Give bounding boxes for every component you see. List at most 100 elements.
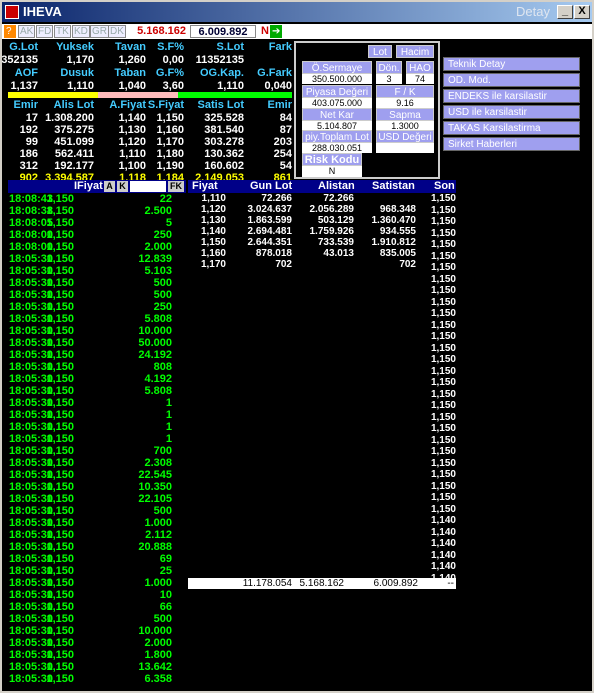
trade-row[interactable]: 18:05:30 1,150 2.000 <box>8 637 186 649</box>
tab-tk[interactable]: TK <box>54 25 71 38</box>
trade-row[interactable]: 18:08:00 1,150 250 <box>8 229 186 241</box>
trade-row[interactable]: 18:05:30 1,150 20.888 <box>8 541 186 553</box>
trade-row[interactable]: 18:05:30 1,150 700 <box>8 445 186 457</box>
last-price-cell: 1,150 <box>430 457 456 469</box>
arrow-right-icon[interactable]: ➔ <box>270 25 282 38</box>
link-technical-detail[interactable]: Teknik Detay <box>443 57 580 71</box>
help-icon[interactable]: ? <box>4 25 16 38</box>
pe-value: 9.16 <box>376 98 434 108</box>
trade-row[interactable]: 18:05:30 1,150 500 <box>8 613 186 625</box>
close-button[interactable]: X <box>574 5 590 19</box>
trade-row[interactable]: 18:05:30 1,150 5.103 <box>8 265 186 277</box>
trade-cell: 2.000 <box>144 241 172 253</box>
trade-row[interactable]: 18:05:30 1,150 1 <box>8 421 186 433</box>
tab-gr[interactable]: GR <box>90 25 109 38</box>
trade-row[interactable]: 18:08:38 1,150 2.500 <box>8 205 186 217</box>
trade-cell: 1,150 <box>46 349 74 361</box>
lot-button[interactable]: Lot <box>368 45 392 58</box>
trade-row[interactable]: 18:05:30 1,150 10.000 <box>8 325 186 337</box>
trade-row[interactable]: 18:05:30 1,150 500 <box>8 505 186 517</box>
trade-row[interactable]: 18:05:30 1,150 5.808 <box>8 385 186 397</box>
trade-row[interactable]: 18:05:30 1,150 50.000 <box>8 337 186 349</box>
trade-row[interactable]: 18:05:30 1,150 1 <box>8 397 186 409</box>
link-company-news[interactable]: Sirket Haberleri <box>443 137 580 151</box>
trade-row[interactable]: 18:05:30 1,150 4.192 <box>8 373 186 385</box>
trade-row[interactable]: 18:05:30 1,150 500 <box>8 289 186 301</box>
title-bar[interactable]: IHEVA Detay _ X <box>2 2 592 22</box>
total-last: -- <box>447 578 454 589</box>
trade-cell: 1,150 <box>46 481 74 493</box>
depth-daylot-header[interactable]: Gun Lot <box>250 180 292 192</box>
trade-cell: 1,150 <box>46 205 74 217</box>
trade-row[interactable]: 18:05:30 1,150 10.000 <box>8 625 186 637</box>
trade-row[interactable]: 18:08:05 1,150 5 <box>8 217 186 229</box>
trade-row[interactable]: 18:05:30 1,150 500 <box>8 277 186 289</box>
depth-row[interactable]: 1,150 2.644.351 733.539 1.910.812 <box>188 237 456 248</box>
tab-fd[interactable]: FD <box>36 25 54 38</box>
trade-row[interactable]: 18:05:30 1,150 10 <box>8 589 186 601</box>
trade-row[interactable]: 18:05:30 1,150 22.545 <box>8 469 186 481</box>
risk-code-label: Risk Kodu <box>302 153 362 166</box>
summary-header-1-cell: Yuksek <box>56 41 94 53</box>
depth-seller-header[interactable]: Satistan <box>372 180 415 192</box>
trade-row[interactable]: 18:05:30 1,150 10.350 <box>8 481 186 493</box>
depth-row[interactable]: 1,170 702 702 <box>188 259 456 270</box>
link-compare-index[interactable]: ENDEKS ile karsilastir <box>443 89 580 103</box>
link-od-mod[interactable]: OD. Mod. <box>443 73 580 87</box>
depth-row[interactable]: 1,160 878.018 43.013 835.005 <box>188 248 456 259</box>
trade-row[interactable]: 18:05:30 1,150 22.105 <box>8 493 186 505</box>
trade-row[interactable]: 18:05:30 1,150 250 <box>8 301 186 313</box>
tab-ak[interactable]: AK <box>18 25 36 38</box>
depth-last-header[interactable]: Son <box>434 180 455 192</box>
volume-button[interactable]: Hacim <box>396 45 434 58</box>
tab-dk[interactable]: DK <box>108 25 126 38</box>
trade-row[interactable]: 18:05:30 1,150 1 <box>8 409 186 421</box>
trade-row[interactable]: 18:05:30 1,150 1.800 <box>8 649 186 661</box>
trade-cell: 1,150 <box>46 421 74 433</box>
depth-buyer-header[interactable]: Alistan <box>318 180 355 192</box>
trade-cell: 250 <box>153 229 172 241</box>
trade-row[interactable]: 18:05:30 1,150 2.308 <box>8 457 186 469</box>
trade-row[interactable]: 18:05:30 1,150 6.358 <box>8 673 186 685</box>
trade-row[interactable]: 18:05:30 1,150 2.112 <box>8 529 186 541</box>
trade-cell: 1,150 <box>46 565 74 577</box>
trade-row[interactable]: 18:05:30 1,150 66 <box>8 601 186 613</box>
trade-cell: 22.545 <box>138 469 172 481</box>
trade-row[interactable]: 18:05:30 1,150 69 <box>8 553 186 565</box>
trade-row[interactable]: 18:05:30 1,150 1 <box>8 433 186 445</box>
trade-cell: 22.105 <box>138 493 172 505</box>
trade-cell: 1,150 <box>46 265 74 277</box>
filter-a-button[interactable]: A <box>104 181 115 192</box>
depth-cell: 503.129 <box>317 215 354 226</box>
trade-cell: 10.350 <box>138 481 172 493</box>
link-compare-takas[interactable]: TAKAS Karsilastirma <box>443 121 580 135</box>
trade-row[interactable]: 18:08:00 1,150 2.000 <box>8 241 186 253</box>
trade-row[interactable]: 18:05:30 1,150 24.192 <box>8 349 186 361</box>
market-value-label: Piyasa Değeri <box>302 85 372 98</box>
depth-row[interactable]: 1,130 1.863.599 503.129 1.360.470 <box>188 215 456 226</box>
trade-row[interactable]: 18:05:30 1,150 1.000 <box>8 517 186 529</box>
minimize-button[interactable]: _ <box>557 5 573 19</box>
depth-row[interactable]: 1,120 3.024.637 2.056.289 968.348 <box>188 204 456 215</box>
depth-price-header[interactable]: Fiyat <box>192 180 218 192</box>
filter-k-button[interactable]: K <box>117 181 128 192</box>
trade-row[interactable]: 18:05:30 1,150 25 <box>8 565 186 577</box>
last-price-cell: 1,140 <box>430 549 456 561</box>
link-compare-usd[interactable]: USD ile karsilastir <box>443 105 580 119</box>
trade-cell: 1,150 <box>46 469 74 481</box>
trade-row[interactable]: 18:05:30 1,150 13.642 <box>8 661 186 673</box>
trade-row[interactable]: 18:05:30 1,150 1.000 <box>8 577 186 589</box>
fk-button[interactable]: FK <box>168 181 184 192</box>
trade-cell: 5.808 <box>144 313 172 325</box>
price-column-header[interactable]: IFiyat <box>74 180 103 192</box>
depth-cell: 1.360.470 <box>371 215 417 226</box>
trade-row[interactable]: 18:08:43 1,150 22 <box>8 193 186 205</box>
trade-row[interactable]: 18:05:30 1,150 5.808 <box>8 313 186 325</box>
depth-row[interactable]: 1,110 72.266 72.266 <box>188 193 456 204</box>
tab-kd[interactable]: KD <box>72 25 90 38</box>
filter-input[interactable] <box>130 181 166 192</box>
trade-row[interactable]: 18:05:30 1,150 808 <box>8 361 186 373</box>
depth-row[interactable]: 1,140 2.694.481 1.759.926 934.555 <box>188 226 456 237</box>
trade-row[interactable]: 18:05:30 1,150 12.839 <box>8 253 186 265</box>
sell-total: 6.009.892 <box>190 25 256 38</box>
